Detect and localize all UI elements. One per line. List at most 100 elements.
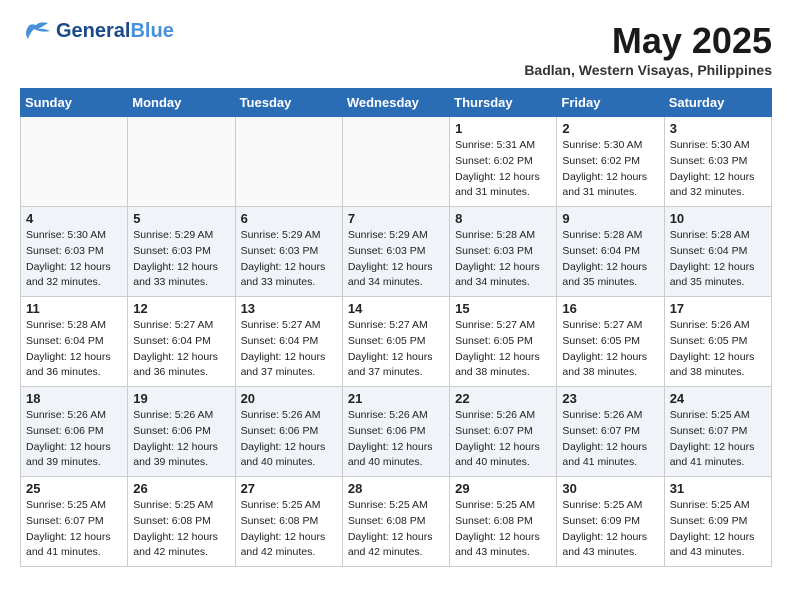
- sunset-text: Sunset: 6:03 PM: [133, 244, 229, 260]
- calendar-cell: 6 Sunrise: 5:29 AM Sunset: 6:03 PM Dayli…: [235, 207, 342, 297]
- weekday-header-sunday: Sunday: [21, 89, 128, 117]
- day-number: 27: [241, 481, 337, 496]
- calendar-cell: 8 Sunrise: 5:28 AM Sunset: 6:03 PM Dayli…: [450, 207, 557, 297]
- sunset-text: Sunset: 6:08 PM: [133, 514, 229, 530]
- daylight-text: Daylight: 12 hours and 36 minutes.: [26, 350, 122, 382]
- daylight-text: Daylight: 12 hours and 35 minutes.: [670, 260, 766, 292]
- day-info: Sunrise: 5:28 AM Sunset: 6:04 PM Dayligh…: [562, 228, 658, 291]
- daylight-text: Daylight: 12 hours and 32 minutes.: [26, 260, 122, 292]
- sunrise-text: Sunrise: 5:27 AM: [133, 318, 229, 334]
- sunset-text: Sunset: 6:04 PM: [241, 334, 337, 350]
- calendar-cell: 5 Sunrise: 5:29 AM Sunset: 6:03 PM Dayli…: [128, 207, 235, 297]
- sunset-text: Sunset: 6:05 PM: [670, 334, 766, 350]
- day-number: 7: [348, 211, 444, 226]
- sunrise-text: Sunrise: 5:26 AM: [26, 408, 122, 424]
- sunrise-text: Sunrise: 5:27 AM: [241, 318, 337, 334]
- day-info: Sunrise: 5:25 AM Sunset: 6:09 PM Dayligh…: [670, 498, 766, 561]
- calendar-cell: 21 Sunrise: 5:26 AM Sunset: 6:06 PM Dayl…: [342, 387, 449, 477]
- daylight-text: Daylight: 12 hours and 39 minutes.: [133, 440, 229, 472]
- calendar-cell: 4 Sunrise: 5:30 AM Sunset: 6:03 PM Dayli…: [21, 207, 128, 297]
- calendar-cell: 14 Sunrise: 5:27 AM Sunset: 6:05 PM Dayl…: [342, 297, 449, 387]
- day-number: 6: [241, 211, 337, 226]
- day-number: 17: [670, 301, 766, 316]
- week-row-3: 11 Sunrise: 5:28 AM Sunset: 6:04 PM Dayl…: [21, 297, 772, 387]
- daylight-text: Daylight: 12 hours and 40 minutes.: [241, 440, 337, 472]
- daylight-text: Daylight: 12 hours and 37 minutes.: [241, 350, 337, 382]
- sunset-text: Sunset: 6:07 PM: [455, 424, 551, 440]
- day-info: Sunrise: 5:25 AM Sunset: 6:08 PM Dayligh…: [348, 498, 444, 561]
- month-title: May 2025: [524, 20, 772, 62]
- calendar-cell: 9 Sunrise: 5:28 AM Sunset: 6:04 PM Dayli…: [557, 207, 664, 297]
- sunrise-text: Sunrise: 5:25 AM: [241, 498, 337, 514]
- day-info: Sunrise: 5:29 AM Sunset: 6:03 PM Dayligh…: [241, 228, 337, 291]
- week-row-5: 25 Sunrise: 5:25 AM Sunset: 6:07 PM Dayl…: [21, 477, 772, 567]
- logo: GeneralBlue: [20, 20, 174, 43]
- sunset-text: Sunset: 6:09 PM: [562, 514, 658, 530]
- sunrise-text: Sunrise: 5:28 AM: [26, 318, 122, 334]
- day-number: 8: [455, 211, 551, 226]
- sunrise-text: Sunrise: 5:30 AM: [562, 138, 658, 154]
- week-row-2: 4 Sunrise: 5:30 AM Sunset: 6:03 PM Dayli…: [21, 207, 772, 297]
- sunset-text: Sunset: 6:06 PM: [26, 424, 122, 440]
- sunrise-text: Sunrise: 5:25 AM: [348, 498, 444, 514]
- calendar-cell: 16 Sunrise: 5:27 AM Sunset: 6:05 PM Dayl…: [557, 297, 664, 387]
- daylight-text: Daylight: 12 hours and 43 minutes.: [455, 530, 551, 562]
- calendar-cell: 18 Sunrise: 5:26 AM Sunset: 6:06 PM Dayl…: [21, 387, 128, 477]
- day-number: 22: [455, 391, 551, 406]
- day-info: Sunrise: 5:31 AM Sunset: 6:02 PM Dayligh…: [455, 138, 551, 201]
- sunrise-text: Sunrise: 5:28 AM: [562, 228, 658, 244]
- day-number: 16: [562, 301, 658, 316]
- day-number: 14: [348, 301, 444, 316]
- day-number: 30: [562, 481, 658, 496]
- weekday-header-row: SundayMondayTuesdayWednesdayThursdayFrid…: [21, 89, 772, 117]
- sunrise-text: Sunrise: 5:27 AM: [348, 318, 444, 334]
- day-number: 15: [455, 301, 551, 316]
- sunrise-text: Sunrise: 5:29 AM: [348, 228, 444, 244]
- weekday-header-friday: Friday: [557, 89, 664, 117]
- daylight-text: Daylight: 12 hours and 38 minutes.: [670, 350, 766, 382]
- daylight-text: Daylight: 12 hours and 40 minutes.: [348, 440, 444, 472]
- sunset-text: Sunset: 6:08 PM: [455, 514, 551, 530]
- daylight-text: Daylight: 12 hours and 32 minutes.: [670, 170, 766, 202]
- sunset-text: Sunset: 6:04 PM: [670, 244, 766, 260]
- day-info: Sunrise: 5:27 AM Sunset: 6:05 PM Dayligh…: [455, 318, 551, 381]
- daylight-text: Daylight: 12 hours and 36 minutes.: [133, 350, 229, 382]
- day-number: 28: [348, 481, 444, 496]
- day-info: Sunrise: 5:28 AM Sunset: 6:04 PM Dayligh…: [26, 318, 122, 381]
- day-number: 24: [670, 391, 766, 406]
- week-row-4: 18 Sunrise: 5:26 AM Sunset: 6:06 PM Dayl…: [21, 387, 772, 477]
- day-info: Sunrise: 5:25 AM Sunset: 6:07 PM Dayligh…: [670, 408, 766, 471]
- sunrise-text: Sunrise: 5:26 AM: [455, 408, 551, 424]
- calendar-cell: 17 Sunrise: 5:26 AM Sunset: 6:05 PM Dayl…: [664, 297, 771, 387]
- sunset-text: Sunset: 6:07 PM: [670, 424, 766, 440]
- sunrise-text: Sunrise: 5:25 AM: [670, 408, 766, 424]
- sunrise-text: Sunrise: 5:30 AM: [26, 228, 122, 244]
- day-info: Sunrise: 5:28 AM Sunset: 6:04 PM Dayligh…: [670, 228, 766, 291]
- daylight-text: Daylight: 12 hours and 43 minutes.: [562, 530, 658, 562]
- calendar-cell: 3 Sunrise: 5:30 AM Sunset: 6:03 PM Dayli…: [664, 117, 771, 207]
- sunrise-text: Sunrise: 5:25 AM: [562, 498, 658, 514]
- calendar-cell: 13 Sunrise: 5:27 AM Sunset: 6:04 PM Dayl…: [235, 297, 342, 387]
- calendar-cell: 31 Sunrise: 5:25 AM Sunset: 6:09 PM Dayl…: [664, 477, 771, 567]
- sunrise-text: Sunrise: 5:26 AM: [133, 408, 229, 424]
- calendar-cell: 2 Sunrise: 5:30 AM Sunset: 6:02 PM Dayli…: [557, 117, 664, 207]
- weekday-header-wednesday: Wednesday: [342, 89, 449, 117]
- sunset-text: Sunset: 6:03 PM: [241, 244, 337, 260]
- weekday-header-monday: Monday: [128, 89, 235, 117]
- day-info: Sunrise: 5:29 AM Sunset: 6:03 PM Dayligh…: [133, 228, 229, 291]
- daylight-text: Daylight: 12 hours and 39 minutes.: [26, 440, 122, 472]
- day-number: 25: [26, 481, 122, 496]
- day-info: Sunrise: 5:27 AM Sunset: 6:04 PM Dayligh…: [241, 318, 337, 381]
- day-info: Sunrise: 5:27 AM Sunset: 6:04 PM Dayligh…: [133, 318, 229, 381]
- calendar-cell: [235, 117, 342, 207]
- day-number: 9: [562, 211, 658, 226]
- day-number: 18: [26, 391, 122, 406]
- sunset-text: Sunset: 6:07 PM: [562, 424, 658, 440]
- daylight-text: Daylight: 12 hours and 42 minutes.: [348, 530, 444, 562]
- calendar-cell: 15 Sunrise: 5:27 AM Sunset: 6:05 PM Dayl…: [450, 297, 557, 387]
- daylight-text: Daylight: 12 hours and 41 minutes.: [562, 440, 658, 472]
- calendar-cell: 1 Sunrise: 5:31 AM Sunset: 6:02 PM Dayli…: [450, 117, 557, 207]
- day-number: 29: [455, 481, 551, 496]
- calendar-cell: [342, 117, 449, 207]
- daylight-text: Daylight: 12 hours and 34 minutes.: [455, 260, 551, 292]
